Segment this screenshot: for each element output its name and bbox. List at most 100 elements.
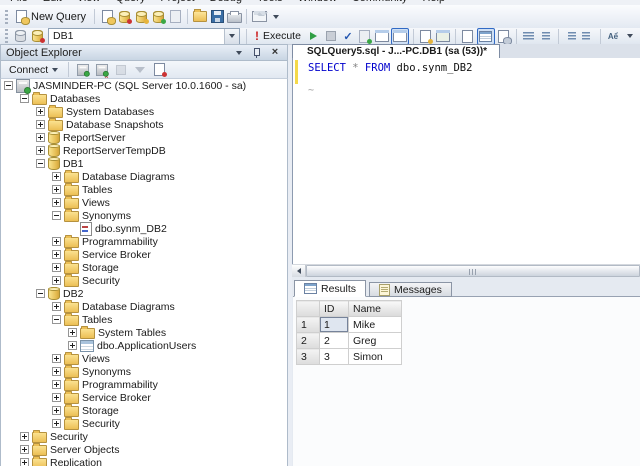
cell-id[interactable]: 3 (319, 348, 349, 365)
tree-item-server-objects[interactable]: Server Objects (1, 443, 287, 456)
xmla-query-icon[interactable] (150, 9, 166, 24)
available-databases-combo[interactable]: DB1 (48, 27, 240, 45)
tree-item-synonym-db2[interactable]: dbo.synm_DB2 (1, 221, 287, 236)
tree-item-security[interactable]: Security (1, 430, 287, 443)
uncomment-icon[interactable] (538, 29, 554, 44)
tree-item-db2-programmability[interactable]: Programmability (1, 378, 287, 391)
cancel-query-icon[interactable] (323, 29, 339, 44)
increase-indent-icon[interactable] (580, 29, 596, 44)
expand-icon[interactable] (52, 406, 61, 415)
expand-icon[interactable] (36, 120, 45, 129)
tab-messages[interactable]: Messages (369, 282, 452, 297)
menu-view[interactable]: View (77, 0, 101, 4)
expand-icon[interactable] (52, 380, 61, 389)
cell-name[interactable]: Greg (348, 332, 402, 349)
expand-icon[interactable] (36, 146, 45, 155)
combo-dropdown-icon[interactable] (224, 28, 239, 44)
expand-icon[interactable] (20, 432, 29, 441)
row-number[interactable]: 2 (296, 332, 320, 349)
menu-edit[interactable]: Edit (43, 0, 62, 4)
display-estimated-plan-icon[interactable] (357, 29, 373, 44)
menu-help[interactable]: Help (422, 0, 445, 4)
new-document-icon[interactable] (167, 9, 183, 24)
menu-window[interactable]: Window (298, 0, 337, 4)
tree-item-db1-service-broker[interactable]: Service Broker (1, 248, 287, 261)
tree-item-db2[interactable]: DB2 (1, 287, 287, 300)
toolbar-overflow-icon[interactable] (622, 29, 638, 44)
menu-community[interactable]: Community (352, 0, 408, 4)
menu-project[interactable]: Project (160, 0, 194, 4)
expand-icon[interactable] (36, 107, 45, 116)
window-position-icon[interactable] (232, 46, 246, 59)
cell-name[interactable]: Mike (348, 316, 402, 333)
scrollbar-thumb[interactable] (306, 265, 640, 277)
open-file-icon[interactable] (192, 9, 208, 24)
tree-item-db2-synonyms[interactable]: Synonyms (1, 365, 287, 378)
column-header-name[interactable]: Name (348, 300, 402, 317)
cell-id[interactable]: 1 (319, 316, 349, 333)
disconnect-icon[interactable] (75, 62, 91, 77)
expand-icon[interactable] (68, 328, 77, 337)
close-icon[interactable]: × (268, 46, 282, 59)
execute-button[interactable]: ! Execute (251, 27, 305, 45)
collapse-icon[interactable] (4, 81, 13, 90)
query-document-tab[interactable]: SQLQuery5.sql - J...-PC.DB1 (sa (53))* (292, 44, 501, 58)
corner-header[interactable] (296, 300, 320, 317)
tree-item-db1-database-diagrams[interactable]: Database Diagrams (1, 170, 287, 183)
scroll-left-icon[interactable] (292, 265, 306, 277)
connect-button[interactable]: Connect (5, 62, 62, 78)
collapse-icon[interactable] (36, 159, 45, 168)
mdx-query-icon[interactable] (133, 9, 149, 24)
analysis-query-icon[interactable] (116, 9, 132, 24)
tree-item-db1-security[interactable]: Security (1, 274, 287, 287)
results-to-text-icon[interactable] (460, 29, 476, 44)
tree-item-db2-tables[interactable]: Tables (1, 313, 287, 326)
print-icon[interactable] (226, 9, 242, 24)
results-to-file-icon[interactable] (496, 29, 513, 45)
expand-icon[interactable] (52, 354, 61, 363)
collapse-icon[interactable] (52, 315, 61, 324)
tree-item-db2-views[interactable]: Views (1, 352, 287, 365)
sql-editor[interactable]: SELECT * FROM dbo.synm_DB2 ~ (292, 58, 640, 264)
menu-query[interactable]: Query (115, 0, 145, 4)
tree-item-system-databases[interactable]: System Databases (1, 105, 287, 118)
mail-icon[interactable] (251, 9, 268, 24)
expand-icon[interactable] (20, 458, 29, 466)
column-header-id[interactable]: ID (319, 300, 349, 317)
menu-tools[interactable]: Tools (257, 0, 283, 4)
expand-icon[interactable] (52, 250, 61, 259)
comment-icon[interactable] (521, 29, 537, 44)
expand-icon[interactable] (52, 276, 61, 285)
tree-item-db1-tables[interactable]: Tables (1, 183, 287, 196)
tree-item-db1-synonyms[interactable]: Synonyms (1, 209, 287, 222)
name-match-icon[interactable]: Aể (605, 29, 621, 44)
tree-item-db2-storage[interactable]: Storage (1, 404, 287, 417)
tree-item-reportserver[interactable]: ReportServer (1, 131, 287, 144)
expand-icon[interactable] (52, 172, 61, 181)
row-number[interactable]: 1 (296, 316, 320, 333)
tree-item-db2-security[interactable]: Security (1, 417, 287, 430)
results-pane-toggle-icon[interactable] (390, 27, 409, 45)
toolbar-grip[interactable] (5, 9, 8, 24)
cell-name[interactable]: Simon (348, 348, 402, 365)
expand-icon[interactable] (52, 263, 61, 272)
tree-item-db1[interactable]: DB1 (1, 157, 287, 170)
expand-icon[interactable] (52, 393, 61, 402)
collapse-icon[interactable] (36, 289, 45, 298)
expand-icon[interactable] (52, 198, 61, 207)
expand-icon[interactable] (52, 185, 61, 194)
cell-id[interactable]: 2 (319, 332, 349, 349)
row-number[interactable]: 3 (296, 348, 320, 365)
toolbar-grip[interactable] (5, 29, 8, 43)
expand-icon[interactable] (52, 302, 61, 311)
tree-item-db1-views[interactable]: Views (1, 196, 287, 209)
tree-item-reportservertempdb[interactable]: ReportServerTempDB (1, 144, 287, 157)
connect-db-icon[interactable] (12, 29, 28, 44)
include-actual-plan-icon[interactable] (435, 29, 451, 44)
tree-item-applicationusers[interactable]: dbo.ApplicationUsers (1, 339, 287, 352)
tree-item-db1-programmability[interactable]: Programmability (1, 235, 287, 248)
tree-item-server[interactable]: JASMINDER-PC (SQL Server 10.0.1600 - sa) (1, 79, 287, 94)
new-query-button[interactable]: New Query (12, 8, 90, 25)
tree-item-database-snapshots[interactable]: Database Snapshots (1, 118, 287, 131)
tab-results[interactable]: Results (294, 280, 367, 297)
